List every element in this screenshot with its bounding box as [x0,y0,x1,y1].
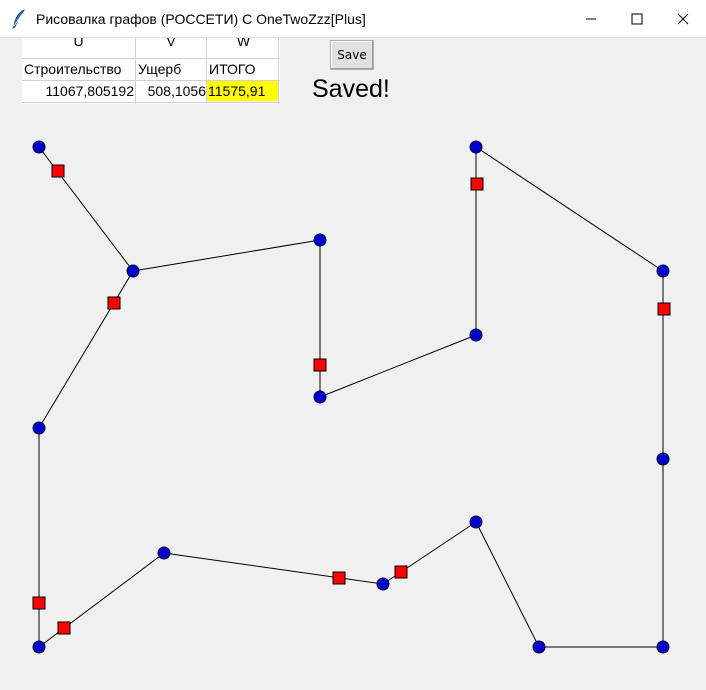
column-letter-w: W [207,38,280,59]
graph-nodes [32,140,670,654]
header-construction: Строительство [24,61,122,77]
header-damage: Ущерб [138,61,182,77]
red-square-marker[interactable] [332,571,346,585]
minimize-icon[interactable] [568,0,614,38]
graph-edges [38,146,664,648]
blue-circle-node[interactable] [157,546,171,560]
status-message: Saved! [312,75,390,103]
blue-circle-node[interactable] [32,640,46,654]
blue-circle-node[interactable] [469,515,483,529]
maximize-icon[interactable] [614,0,660,38]
red-square-marker[interactable] [32,596,46,610]
close-icon[interactable] [660,0,706,38]
column-letter-v: V [136,38,206,59]
red-square-marker[interactable] [313,358,327,372]
feather-icon [12,9,26,29]
red-square-marker[interactable] [107,296,121,310]
save-button[interactable]: Save [330,40,374,70]
red-square-marker[interactable] [470,177,484,191]
blue-circle-node[interactable] [376,577,390,591]
value-construction: 11067,805192 [45,83,135,99]
blue-circle-node[interactable] [469,140,483,154]
graph-edge [163,552,384,585]
blue-circle-node[interactable] [656,640,670,654]
value-damage: 508,1056 [147,83,206,99]
graph-edge [132,239,321,272]
graph-edge [475,521,540,648]
blue-circle-node[interactable] [532,640,546,654]
red-square-marker[interactable] [57,621,71,635]
blue-circle-node[interactable] [32,140,46,154]
blue-circle-node[interactable] [656,452,670,466]
blue-circle-node[interactable] [656,264,670,278]
title-bar[interactable]: Рисовалка графов (РОССЕТИ) С OneTwoZzz[P… [0,0,706,38]
graph-canvas[interactable] [0,38,706,690]
blue-circle-node[interactable] [469,328,483,342]
red-square-marker[interactable] [657,302,671,316]
column-letter-u: U [22,38,135,59]
header-total: ИТОГО [209,61,256,77]
red-square-marker[interactable] [51,164,65,178]
blue-circle-node[interactable] [126,264,140,278]
graph-markers [32,164,671,635]
graph-edge [475,146,664,272]
graph-edge [38,270,134,429]
graph-edge [319,334,477,398]
value-total: 11575,91 [207,81,278,101]
blue-circle-node[interactable] [313,233,327,247]
blue-circle-node[interactable] [313,390,327,404]
blue-circle-node[interactable] [32,421,46,435]
results-table: U V W Строительство Ущерб ИТОГО 11067,80… [22,38,280,104]
red-square-marker[interactable] [394,565,408,579]
window-title: Рисовалка графов (РОССЕТИ) С OneTwoZzz[P… [36,11,366,27]
